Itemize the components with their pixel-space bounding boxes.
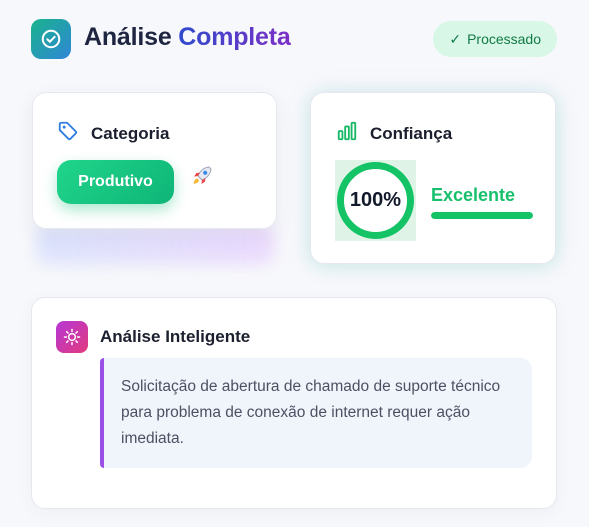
confidence-value: 100% <box>349 189 402 211</box>
confidence-rating-bar <box>431 212 533 219</box>
category-value-pill: Produtivo <box>57 160 174 204</box>
page-title: Análise Completa <box>84 23 291 52</box>
status-badge: ✓ Processado <box>433 21 557 57</box>
confidence-gauge: 100% <box>335 160 416 241</box>
rocket-icon <box>189 163 215 194</box>
check-circle-icon <box>31 19 71 59</box>
page-title-part2: Completa <box>178 23 291 51</box>
confidence-card: Confiança 100% Excelente <box>310 92 556 264</box>
analysis-text-box: Solicitação de abertura de chamado de su… <box>100 358 532 468</box>
confidence-rating-fill <box>431 212 533 219</box>
category-card: Categoria Produtivo <box>32 92 277 229</box>
analysis-card-title: Análise Inteligente <box>100 327 251 346</box>
confidence-card-title: Confiança <box>370 123 453 143</box>
page-title-part1: Análise <box>84 23 172 51</box>
check-icon: ✓ <box>449 30 462 47</box>
category-card-header: Categoria <box>57 120 169 147</box>
status-badge-label: Processado <box>467 31 541 47</box>
analysis-text: Solicitação de abertura de chamado de su… <box>121 378 501 447</box>
confidence-rating: Excelente <box>431 185 516 205</box>
sun-icon <box>56 321 88 353</box>
category-card-glow <box>36 226 274 264</box>
bar-chart-icon <box>336 120 358 147</box>
category-card-title: Categoria <box>91 123 170 143</box>
analysis-card: Análise Inteligente Solicitação de abert… <box>31 297 557 509</box>
analysis-card-header: Análise Inteligente <box>56 321 250 353</box>
confidence-card-header: Confiança <box>336 120 452 147</box>
page-header: Análise Completa ✓ Processado <box>31 19 557 59</box>
tag-icon <box>57 120 79 147</box>
